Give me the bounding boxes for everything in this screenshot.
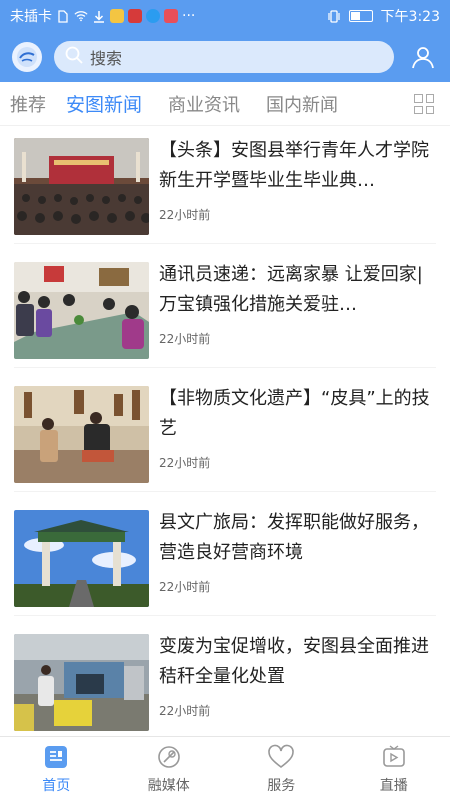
vibrate-icon — [327, 9, 341, 23]
nav-live[interactable]: 直播 — [338, 737, 450, 800]
news-item[interactable]: 【头条】安图县举行青年人才学院新生开学暨毕业生毕业典… 22小时前 — [14, 126, 436, 244]
grid-menu-icon[interactable] — [414, 94, 434, 114]
news-item[interactable]: 变废为宝促增收，安图县全面推进秸秆全量化处置 22小时前 — [14, 622, 436, 736]
news-title: 通讯员速递：远离家暴 让爱回家| 万宝镇强化措施关爱驻… — [159, 264, 423, 315]
news-thumbnail-straw-processing — [14, 634, 149, 731]
tab-business[interactable]: 商业资讯 — [158, 91, 250, 117]
news-title: 变废为宝促增收，安图县全面推进秸秆全量化处置 — [159, 636, 429, 687]
wifi-icon — [74, 9, 88, 23]
tab-domestic[interactable]: 国内新闻 — [256, 91, 348, 117]
tab-antu-news[interactable]: 安图新闻 — [56, 90, 152, 117]
news-time: 22小时前 — [159, 456, 211, 470]
status-bar: 未插卡 ··· 下午3:23 — [0, 0, 450, 32]
app-notification-icon — [110, 9, 124, 23]
news-thumbnail-gateway — [14, 510, 149, 607]
news-time: 22小时前 — [159, 208, 211, 222]
news-thumbnail-ceremony — [14, 138, 149, 235]
nav-service[interactable]: 服务 — [225, 737, 338, 800]
search-icon — [64, 45, 84, 69]
nav-home-label: 首页 — [42, 778, 71, 794]
heart-icon — [267, 743, 295, 771]
news-item[interactable]: 通讯员速递：远离家暴 让爱回家| 万宝镇强化措施关爱驻… 22小时前 — [14, 250, 436, 368]
app-notification-icon — [164, 9, 178, 23]
news-time: 22小时前 — [159, 704, 211, 718]
app-header: 搜索 — [0, 32, 450, 82]
nav-service-label: 服务 — [267, 778, 296, 794]
sim-icon — [56, 9, 70, 23]
app-logo-icon[interactable] — [12, 42, 42, 72]
news-item[interactable]: 【非物质文化遗产】“皮具”上的技艺 22小时前 — [14, 374, 436, 492]
app-notification-icon — [146, 9, 160, 23]
bottom-nav: 首页 融媒体 服务 直播 — [0, 736, 450, 800]
nav-media[interactable]: 融媒体 — [113, 737, 226, 800]
user-icon[interactable] — [408, 42, 438, 72]
news-title: 【头条】安图县举行青年人才学院新生开学暨毕业生毕业典… — [159, 140, 429, 191]
live-icon — [380, 743, 408, 771]
nav-home[interactable]: 首页 — [0, 737, 113, 800]
news-list: 【头条】安图县举行青年人才学院新生开学暨毕业生毕业典… 22小时前 通讯员速递：… — [0, 126, 450, 736]
search-placeholder: 搜索 — [90, 49, 123, 68]
download-icon — [92, 9, 106, 23]
news-item[interactable]: 县文广旅局：发挥职能做好服务，营造良好营商环境 22小时前 — [14, 498, 436, 616]
carrier-text: 未插卡 — [10, 9, 52, 25]
home-news-icon — [42, 743, 70, 771]
category-tabs: 推荐 安图新闻 商业资讯 国内新闻 — [0, 82, 450, 126]
news-thumbnail-meeting — [14, 262, 149, 359]
battery-icon — [348, 10, 373, 22]
media-icon — [155, 743, 183, 771]
news-title: 县文广旅局：发挥职能做好服务，营造良好营商环境 — [159, 512, 429, 563]
clock-text: 下午3:23 — [380, 9, 440, 25]
news-time: 22小时前 — [159, 332, 211, 346]
news-title: 【非物质文化遗产】“皮具”上的技艺 — [159, 388, 430, 439]
search-bar[interactable]: 搜索 — [54, 41, 394, 73]
app-notification-icon — [128, 9, 142, 23]
tab-recommend[interactable]: 推荐 — [0, 91, 56, 117]
more-notifications-text: ··· — [182, 8, 196, 24]
nav-live-label: 直播 — [379, 778, 408, 794]
news-time: 22小时前 — [159, 580, 211, 594]
news-thumbnail-leather-craft — [14, 386, 149, 483]
nav-media-label: 融媒体 — [147, 778, 190, 794]
